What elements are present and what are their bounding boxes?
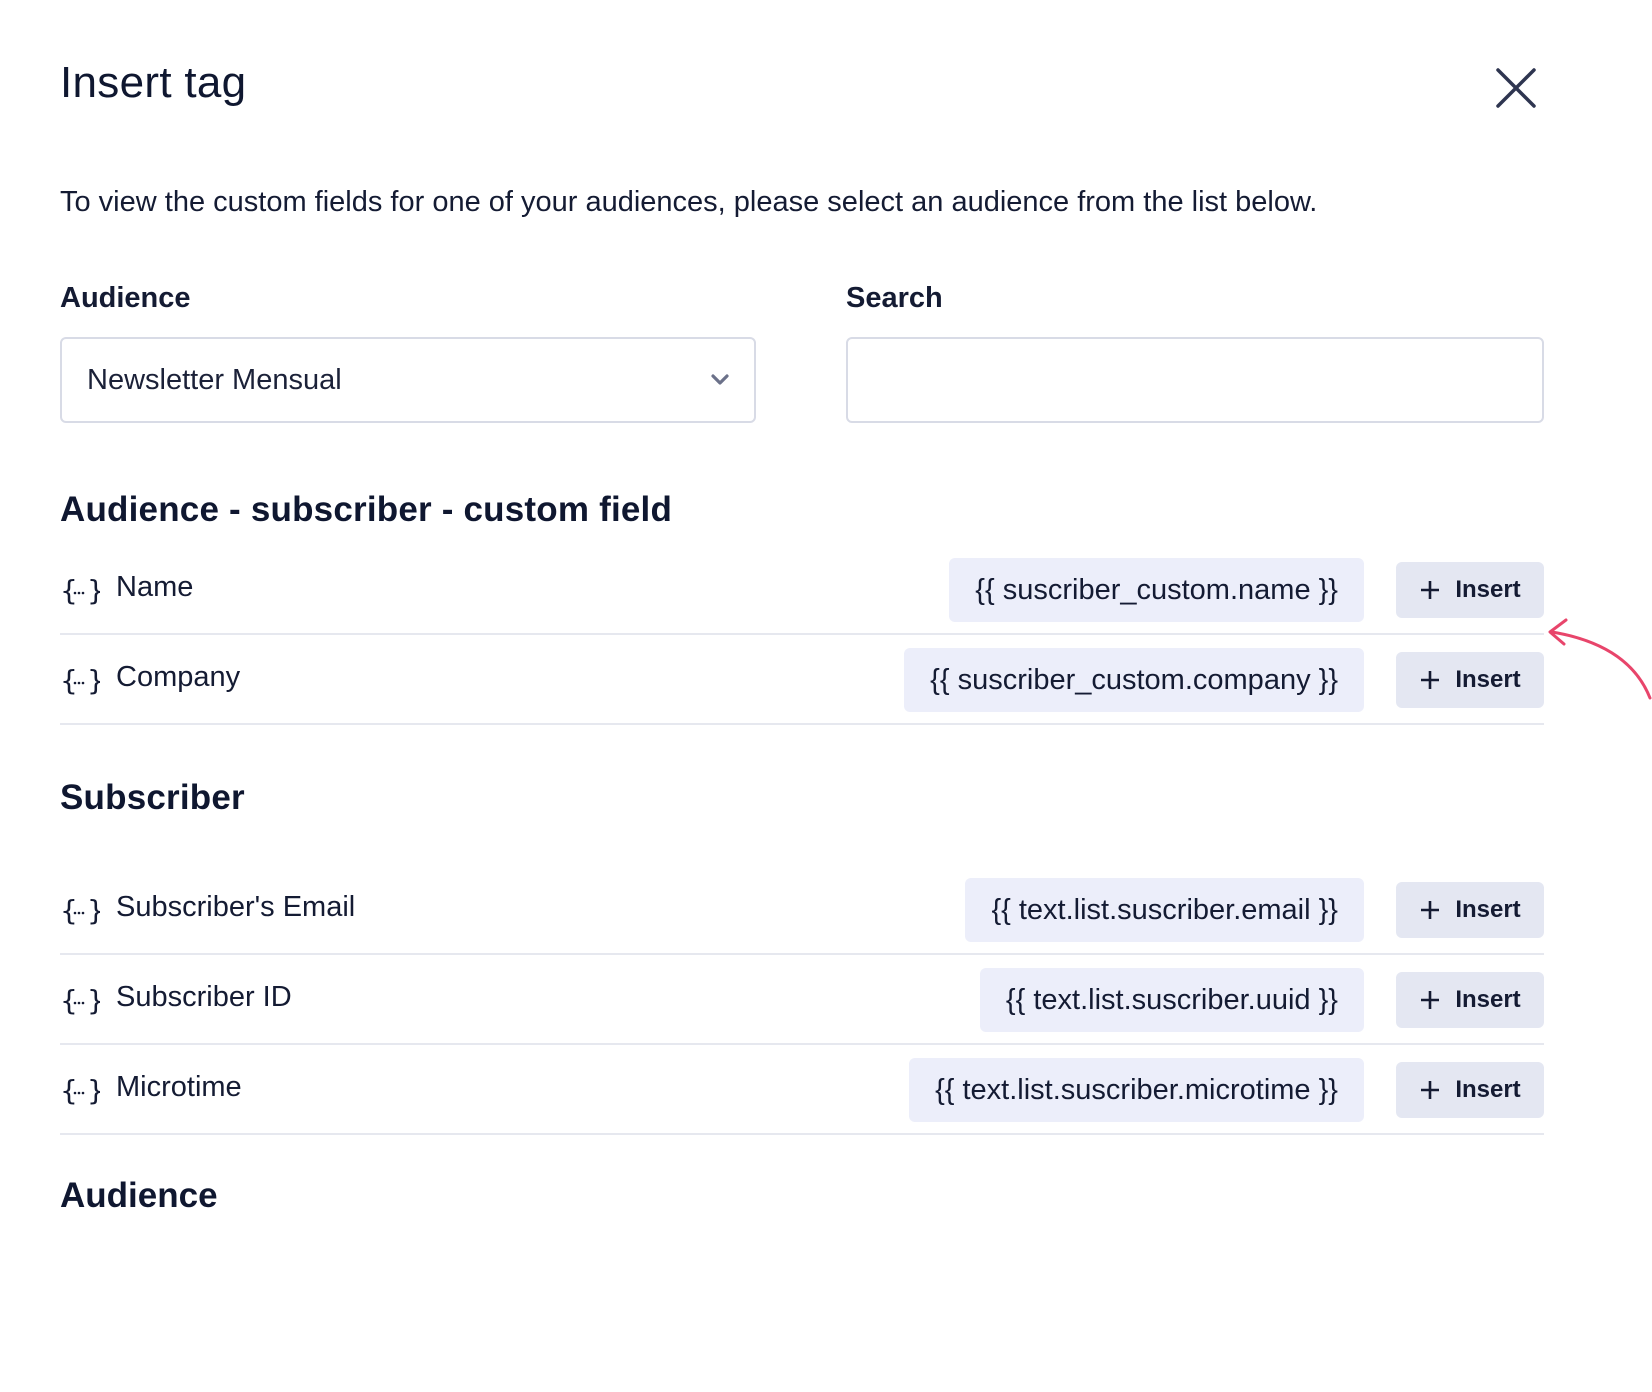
field-name: Subscriber ID xyxy=(116,981,292,1013)
svg-text:}: } xyxy=(87,1074,100,1107)
curly-braces-icon: { } xyxy=(60,1074,100,1107)
plus-icon xyxy=(1421,901,1440,919)
tag-row: { } Company {{ suscriber_custom.company … xyxy=(60,635,1544,725)
tag-row: { } Subscriber's Email {{ text.list.susc… xyxy=(60,865,1544,955)
arrow-annotation xyxy=(1548,618,1652,700)
insert-button[interactable]: Insert xyxy=(1396,882,1544,938)
svg-text:{: { xyxy=(60,984,78,1017)
field-name: Company xyxy=(116,661,241,693)
tag-code: {{ text.list.suscriber.uuid }} xyxy=(979,968,1364,1032)
tag-row: { } Name {{ suscriber_custom.name }} Ins… xyxy=(60,545,1544,635)
intro-text: To view the custom fields for one of you… xyxy=(60,186,1318,218)
field-name: Microtime xyxy=(116,1071,242,1103)
svg-text:{: { xyxy=(60,574,78,607)
section-title-clipped: Audience xyxy=(60,1176,218,1210)
tag-row: { } Subscriber ID {{ text.list.suscriber… xyxy=(60,955,1544,1045)
section-title: Audience xyxy=(60,1176,218,1210)
field-name: Subscriber's Email xyxy=(116,891,356,923)
audience-label: Audience xyxy=(60,282,191,314)
tag-code: {{ suscriber_custom.company }} xyxy=(904,648,1364,712)
section-title: Subscriber xyxy=(60,778,245,817)
curly-braces-icon: { } xyxy=(60,984,100,1017)
svg-text:}: } xyxy=(87,984,100,1017)
insert-button[interactable]: Insert xyxy=(1396,562,1544,618)
plus-icon xyxy=(1421,671,1440,689)
plus-icon xyxy=(1421,1081,1440,1099)
close-button[interactable] xyxy=(1488,60,1544,116)
insert-label: Insert xyxy=(1455,666,1521,693)
search-label: Search xyxy=(846,282,943,314)
curly-braces-icon: { } xyxy=(60,574,100,607)
modal-title: Insert tag xyxy=(60,58,247,107)
svg-text:}: } xyxy=(87,894,100,927)
insert-tag-modal: Insert tag To view the custom fields for… xyxy=(60,0,1544,1392)
tag-code: {{ text.list.suscriber.microtime }} xyxy=(909,1058,1364,1122)
curly-braces-icon: { } xyxy=(60,664,100,697)
insert-label: Insert xyxy=(1455,1076,1521,1103)
tag-code: {{ text.list.suscriber.email }} xyxy=(965,878,1364,942)
insert-button[interactable]: Insert xyxy=(1396,652,1544,708)
close-icon xyxy=(1496,68,1536,108)
audience-select[interactable]: Newsletter Mensual xyxy=(60,337,756,423)
curly-braces-icon: { } xyxy=(60,894,100,927)
svg-text:{: { xyxy=(60,664,78,697)
insert-label: Insert xyxy=(1455,576,1521,603)
section-title: Audience - subscriber - custom field xyxy=(60,490,673,529)
plus-icon xyxy=(1421,991,1440,1009)
plus-icon xyxy=(1421,581,1440,599)
field-name: Name xyxy=(116,571,194,603)
svg-text:}: } xyxy=(87,664,100,697)
svg-text:}: } xyxy=(87,574,100,607)
insert-button[interactable]: Insert xyxy=(1396,1062,1544,1118)
tag-row: { } Microtime {{ text.list.suscriber.mic… xyxy=(60,1045,1544,1135)
svg-text:{: { xyxy=(60,894,78,927)
svg-text:{: { xyxy=(60,1074,78,1107)
insert-label: Insert xyxy=(1455,986,1521,1013)
insert-button[interactable]: Insert xyxy=(1396,972,1544,1028)
search-input[interactable] xyxy=(846,337,1544,423)
audience-select-value: Newsletter Mensual xyxy=(87,364,342,396)
tag-code: {{ suscriber_custom.name }} xyxy=(949,558,1364,622)
insert-label: Insert xyxy=(1455,896,1521,923)
chevron-down-icon xyxy=(711,374,729,385)
